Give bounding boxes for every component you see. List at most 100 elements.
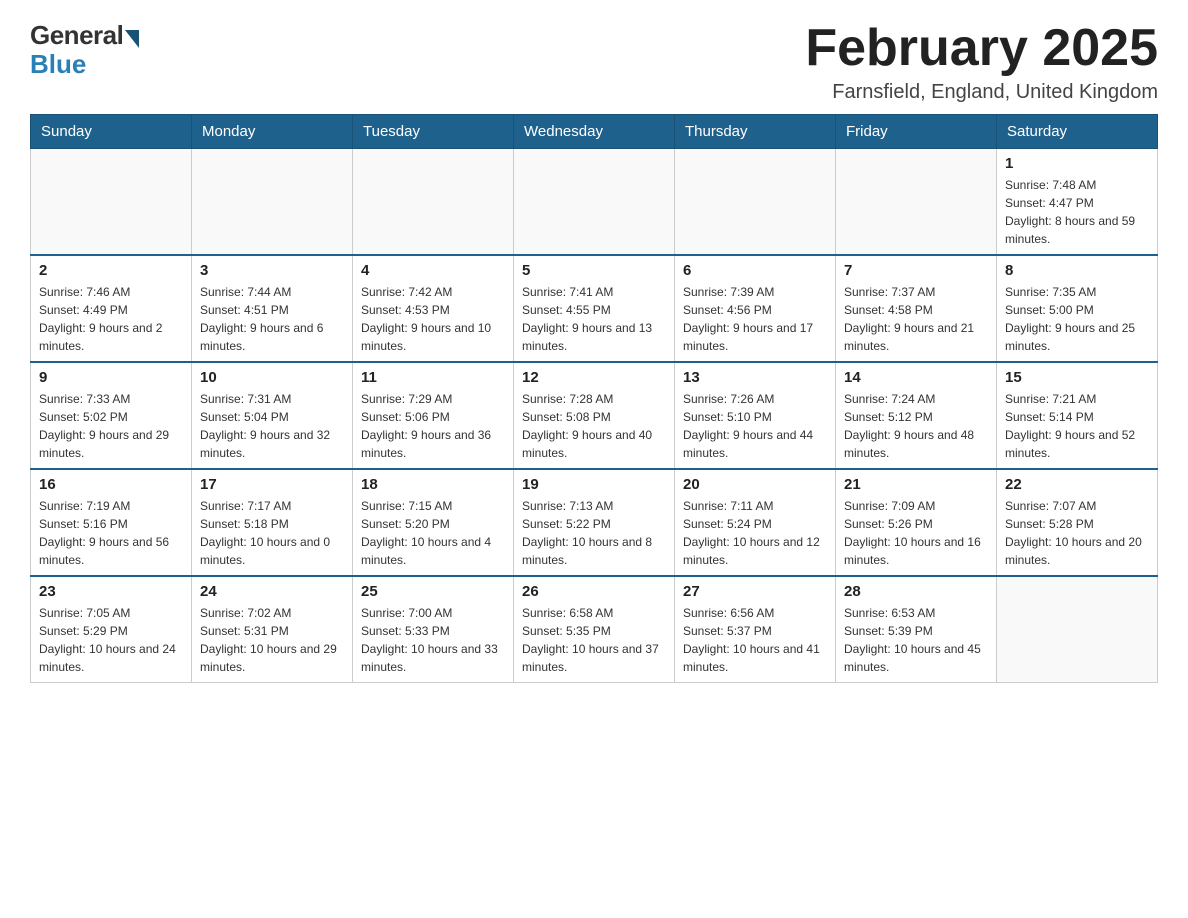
calendar-week-row: 23 Sunrise: 7:05 AM Sunset: 5:29 PM Dayli… — [31, 576, 1158, 683]
day-info: Sunrise: 7:21 AM Sunset: 5:14 PM Dayligh… — [1005, 390, 1149, 462]
day-info: Sunrise: 7:24 AM Sunset: 5:12 PM Dayligh… — [844, 390, 988, 462]
calendar-cell — [997, 576, 1158, 683]
calendar-cell: 11 Sunrise: 7:29 AM Sunset: 5:06 PM Dayli… — [353, 362, 514, 469]
day-number: 21 — [844, 476, 988, 493]
calendar-cell: 16 Sunrise: 7:19 AM Sunset: 5:16 PM Dayli… — [31, 469, 192, 576]
calendar-cell: 28 Sunrise: 6:53 AM Sunset: 5:39 PM Dayli… — [836, 576, 997, 683]
calendar-cell: 19Sunrise: 7:13 AM Sunset: 5:22 PM Dayli… — [514, 469, 675, 576]
day-number: 16 — [39, 476, 183, 493]
calendar-cell: 3Sunrise: 7:44 AM Sunset: 4:51 PM Daylig… — [192, 255, 353, 362]
day-number: 14 — [844, 369, 988, 386]
calendar-header-row: SundayMondayTuesdayWednesdayThursdayFrid… — [31, 115, 1158, 149]
calendar-cell: 21Sunrise: 7:09 AM Sunset: 5:26 PM Dayli… — [836, 469, 997, 576]
day-info: Sunrise: 6:58 AM Sunset: 5:35 PM Dayligh… — [522, 604, 666, 676]
day-info: Sunrise: 7:19 AM Sunset: 5:16 PM Dayligh… — [39, 497, 183, 569]
calendar-cell: 24 Sunrise: 7:02 AM Sunset: 5:31 PM Dayli… — [192, 576, 353, 683]
month-title: February 2025 — [805, 20, 1158, 77]
day-info: Sunrise: 7:28 AM Sunset: 5:08 PM Dayligh… — [522, 390, 666, 462]
calendar-cell: 1 Sunrise: 7:48 AM Sunset: 4:47 PM Daylig… — [997, 149, 1158, 256]
calendar-cell: 22 Sunrise: 7:07 AM Sunset: 5:28 PM Dayli… — [997, 469, 1158, 576]
calendar-cell: 15 Sunrise: 7:21 AM Sunset: 5:14 PM Dayli… — [997, 362, 1158, 469]
weekday-header-saturday: Saturday — [997, 115, 1158, 149]
day-info: Sunrise: 7:31 AM Sunset: 5:04 PM Dayligh… — [200, 390, 344, 462]
day-number: 3 — [200, 262, 344, 279]
day-info: Sunrise: 7:29 AM Sunset: 5:06 PM Dayligh… — [361, 390, 505, 462]
day-info: Sunrise: 6:56 AM Sunset: 5:37 PM Dayligh… — [683, 604, 827, 676]
calendar-cell: 20 Sunrise: 7:11 AM Sunset: 5:24 PM Dayli… — [675, 469, 836, 576]
day-number: 22 — [1005, 476, 1149, 493]
calendar-cell — [353, 149, 514, 256]
weekday-header-thursday: Thursday — [675, 115, 836, 149]
day-info: Sunrise: 7:11 AM Sunset: 5:24 PM Dayligh… — [683, 497, 827, 569]
logo-blue-text: Blue — [30, 49, 86, 80]
calendar-cell — [675, 149, 836, 256]
calendar-week-row: 9 Sunrise: 7:33 AM Sunset: 5:02 PM Daylig… — [31, 362, 1158, 469]
day-number: 28 — [844, 583, 988, 600]
day-number: 11 — [361, 369, 505, 386]
calendar-cell: 13 Sunrise: 7:26 AM Sunset: 5:10 PM Dayli… — [675, 362, 836, 469]
day-number: 1 — [1005, 155, 1149, 172]
location: Farnsfield, England, United Kingdom — [805, 81, 1158, 104]
calendar-cell — [836, 149, 997, 256]
day-info: Sunrise: 7:33 AM Sunset: 5:02 PM Dayligh… — [39, 390, 183, 462]
day-number: 10 — [200, 369, 344, 386]
day-info: Sunrise: 7:41 AM Sunset: 4:55 PM Dayligh… — [522, 283, 666, 355]
day-number: 6 — [683, 262, 827, 279]
calendar-cell: 18 Sunrise: 7:15 AM Sunset: 5:20 PM Dayli… — [353, 469, 514, 576]
weekday-header-sunday: Sunday — [31, 115, 192, 149]
day-number: 12 — [522, 369, 666, 386]
calendar-cell: 4 Sunrise: 7:42 AM Sunset: 4:53 PM Daylig… — [353, 255, 514, 362]
calendar-cell: 6 Sunrise: 7:39 AM Sunset: 4:56 PM Daylig… — [675, 255, 836, 362]
calendar-cell: 17 Sunrise: 7:17 AM Sunset: 5:18 PM Dayli… — [192, 469, 353, 576]
day-number: 15 — [1005, 369, 1149, 386]
logo-arrow-icon — [125, 30, 139, 48]
day-number: 18 — [361, 476, 505, 493]
calendar-cell: 10 Sunrise: 7:31 AM Sunset: 5:04 PM Dayli… — [192, 362, 353, 469]
day-number: 25 — [361, 583, 505, 600]
day-number: 26 — [522, 583, 666, 600]
weekday-header-wednesday: Wednesday — [514, 115, 675, 149]
day-info: Sunrise: 7:02 AM Sunset: 5:31 PM Dayligh… — [200, 604, 344, 676]
day-info: Sunrise: 7:26 AM Sunset: 5:10 PM Dayligh… — [683, 390, 827, 462]
logo: General Blue — [30, 20, 139, 80]
title-section: February 2025 Farnsfield, England, Unite… — [805, 20, 1158, 104]
calendar-cell: 9 Sunrise: 7:33 AM Sunset: 5:02 PM Daylig… — [31, 362, 192, 469]
day-number: 23 — [39, 583, 183, 600]
day-number: 17 — [200, 476, 344, 493]
weekday-header-tuesday: Tuesday — [353, 115, 514, 149]
calendar-cell: 8Sunrise: 7:35 AM Sunset: 5:00 PM Daylig… — [997, 255, 1158, 362]
day-number: 27 — [683, 583, 827, 600]
day-number: 9 — [39, 369, 183, 386]
day-info: Sunrise: 7:07 AM Sunset: 5:28 PM Dayligh… — [1005, 497, 1149, 569]
day-info: Sunrise: 7:46 AM Sunset: 4:49 PM Dayligh… — [39, 283, 183, 355]
calendar-cell: 7Sunrise: 7:37 AM Sunset: 4:58 PM Daylig… — [836, 255, 997, 362]
weekday-header-friday: Friday — [836, 115, 997, 149]
day-number: 2 — [39, 262, 183, 279]
day-number: 19 — [522, 476, 666, 493]
calendar-cell: 26 Sunrise: 6:58 AM Sunset: 5:35 PM Dayli… — [514, 576, 675, 683]
calendar-week-row: 1 Sunrise: 7:48 AM Sunset: 4:47 PM Daylig… — [31, 149, 1158, 256]
calendar-cell: 2 Sunrise: 7:46 AM Sunset: 4:49 PM Daylig… — [31, 255, 192, 362]
calendar-cell: 27 Sunrise: 6:56 AM Sunset: 5:37 PM Dayli… — [675, 576, 836, 683]
calendar-week-row: 16 Sunrise: 7:19 AM Sunset: 5:16 PM Dayli… — [31, 469, 1158, 576]
day-number: 5 — [522, 262, 666, 279]
day-number: 13 — [683, 369, 827, 386]
calendar-cell: 14 Sunrise: 7:24 AM Sunset: 5:12 PM Dayli… — [836, 362, 997, 469]
calendar-cell: 25Sunrise: 7:00 AM Sunset: 5:33 PM Dayli… — [353, 576, 514, 683]
calendar-table: SundayMondayTuesdayWednesdayThursdayFrid… — [30, 114, 1158, 683]
day-info: Sunrise: 7:17 AM Sunset: 5:18 PM Dayligh… — [200, 497, 344, 569]
calendar-cell — [31, 149, 192, 256]
logo-general-text: General — [30, 20, 123, 51]
day-info: Sunrise: 7:15 AM Sunset: 5:20 PM Dayligh… — [361, 497, 505, 569]
day-number: 20 — [683, 476, 827, 493]
calendar-cell: 5 Sunrise: 7:41 AM Sunset: 4:55 PM Daylig… — [514, 255, 675, 362]
calendar-cell: 12 Sunrise: 7:28 AM Sunset: 5:08 PM Dayli… — [514, 362, 675, 469]
day-info: Sunrise: 6:53 AM Sunset: 5:39 PM Dayligh… — [844, 604, 988, 676]
day-number: 24 — [200, 583, 344, 600]
day-info: Sunrise: 7:48 AM Sunset: 4:47 PM Dayligh… — [1005, 176, 1149, 248]
day-number: 4 — [361, 262, 505, 279]
day-info: Sunrise: 7:35 AM Sunset: 5:00 PM Dayligh… — [1005, 283, 1149, 355]
day-info: Sunrise: 7:05 AM Sunset: 5:29 PM Dayligh… — [39, 604, 183, 676]
day-info: Sunrise: 7:39 AM Sunset: 4:56 PM Dayligh… — [683, 283, 827, 355]
day-info: Sunrise: 7:42 AM Sunset: 4:53 PM Dayligh… — [361, 283, 505, 355]
